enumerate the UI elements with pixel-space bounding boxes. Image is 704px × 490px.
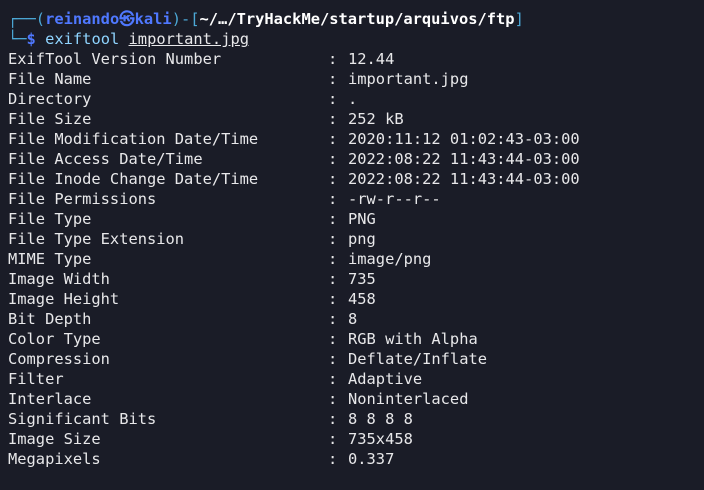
exif-value: Noninterlaced [348, 390, 469, 408]
exif-value: 0.337 [348, 450, 395, 468]
exif-key: Directory [8, 90, 92, 108]
exif-separator: : [328, 230, 338, 248]
exif-row: File Type: PNG [8, 209, 704, 229]
prompt-corner-top: ┌──( [8, 10, 46, 28]
prompt-header: ┌──(reinando㉿kali)-[~/…/TryHackMe/startu… [8, 9, 704, 29]
prompt-dollar: $ [26, 30, 36, 48]
exif-key: File Modification Date/Time [8, 130, 259, 148]
exif-key: Megapixels [8, 450, 101, 468]
exif-value: 458 [348, 290, 376, 308]
exif-value: important.jpg [348, 70, 469, 88]
exif-separator: : [328, 330, 338, 348]
exif-value: . [348, 90, 358, 108]
exif-separator: : [328, 390, 338, 408]
skull-icon: ㉿ [119, 10, 135, 28]
exif-key: Filter [8, 370, 64, 388]
exif-value: Deflate/Inflate [348, 350, 487, 368]
exif-row: File Inode Change Date/Time:2022:08:22 1… [8, 169, 704, 189]
exif-value: 735x458 [348, 430, 413, 448]
exif-row: MIME Type: image/png [8, 249, 704, 269]
exif-separator: : [328, 90, 338, 108]
exif-value: Adaptive [348, 370, 423, 388]
exif-key: File Name [8, 70, 92, 88]
prompt-user: reinando [45, 10, 120, 28]
exif-value: 12.44 [348, 50, 395, 68]
exif-value: PNG [348, 210, 376, 228]
exif-separator: : [328, 110, 338, 128]
exif-row: File Access Date/Time:2022:08:22 11:43:4… [8, 149, 704, 169]
exif-value: 735 [348, 270, 376, 288]
exif-separator: : [328, 190, 338, 208]
exif-separator: : [328, 130, 338, 148]
exif-separator: : [328, 450, 338, 468]
prompt-corner-bottom: └─ [8, 30, 27, 48]
exif-key: ExifTool Version Number [8, 50, 222, 68]
exif-separator: : [328, 430, 338, 448]
exif-separator: : [328, 70, 338, 88]
exif-key: Bit Depth [8, 310, 92, 328]
exif-separator: : [328, 370, 338, 388]
exif-key: File Permissions [8, 190, 157, 208]
exif-key: Color Type [8, 330, 101, 348]
exif-separator: : [328, 410, 338, 428]
exif-row: Significant Bits:8 8 8 8 [8, 409, 704, 429]
exif-key: Image Size [8, 430, 101, 448]
exif-row: File Permissions: -rw-r--r-- [8, 189, 704, 209]
command-line[interactable]: └─$ exiftool important.jpg [8, 29, 704, 49]
exif-key: File Type [8, 210, 92, 228]
exif-separator: : [328, 290, 338, 308]
exif-key: Image Width [8, 270, 110, 288]
exif-separator: : [328, 250, 338, 268]
exif-value: 8 [348, 310, 358, 328]
exif-row: Bit Depth:8 [8, 309, 704, 329]
exif-row: File Modification Date/Time:2020:11:12 0… [8, 129, 704, 149]
prompt-mid: )-[ [171, 10, 200, 28]
prompt-path: ~/…/TryHackMe/startup/arquivos/ftp [199, 10, 515, 28]
exif-row: Color Type: RGB with Alpha [8, 329, 704, 349]
exif-key: File Access Date/Time [8, 150, 203, 168]
exif-separator: : [328, 270, 338, 288]
command-argument: important.jpg [128, 30, 249, 48]
exif-key: Compression [8, 350, 110, 368]
prompt-host: kali [134, 10, 172, 28]
exif-separator: : [328, 170, 338, 188]
exif-key: File Size [8, 110, 92, 128]
exif-value: RGB with Alpha [348, 330, 478, 348]
exif-value: -rw-r--r-- [348, 190, 441, 208]
exif-row: ExifTool Version Number:12.44 [8, 49, 704, 69]
exif-value: 2020:11:12 01:02:43-03:00 [348, 130, 580, 148]
exif-key: File Inode Change Date/Time [8, 170, 259, 188]
exif-value: image/png [348, 250, 432, 268]
exif-key: Interlace [8, 390, 92, 408]
exif-key: MIME Type [8, 250, 92, 268]
exif-row: File Type Extension: png [8, 229, 704, 249]
exif-row: File Size:252 kB [8, 109, 704, 129]
exif-row: Megapixels:0.337 [8, 449, 704, 469]
exif-separator: : [328, 210, 338, 228]
exif-key: Image Height [8, 290, 120, 308]
exif-value: 8 8 8 8 [348, 410, 413, 428]
exif-output: ExifTool Version Number:12.44 File Name: i… [8, 49, 704, 469]
exif-value: 252 kB [348, 110, 404, 128]
exif-row: Image Width:735 [8, 269, 704, 289]
exif-key: File Type Extension [8, 230, 185, 248]
exif-row: Directory:. [8, 89, 704, 109]
exif-separator: : [328, 310, 338, 328]
terminal-window[interactable]: ┌──(reinando㉿kali)-[~/…/TryHackMe/startu… [0, 0, 704, 490]
prompt-close: ] [514, 10, 524, 28]
command-name: exiftool [45, 30, 120, 48]
exif-row: Image Height:458 [8, 289, 704, 309]
exif-row: Filter: Adaptive [8, 369, 704, 389]
exif-row: Interlace: Noninterlaced [8, 389, 704, 409]
exif-key: Significant Bits [8, 410, 157, 428]
exif-row: Image Size:735x458 [8, 429, 704, 449]
exif-value: 2022:08:22 11:43:44-03:00 [348, 150, 580, 168]
exif-value: png [348, 230, 376, 248]
exif-row: File Name: important.jpg [8, 69, 704, 89]
exif-separator: : [328, 150, 338, 168]
exif-separator: : [328, 350, 338, 368]
exif-row: Compression: Deflate/Inflate [8, 349, 704, 369]
exif-value: 2022:08:22 11:43:44-03:00 [348, 170, 580, 188]
exif-separator: : [328, 50, 338, 68]
